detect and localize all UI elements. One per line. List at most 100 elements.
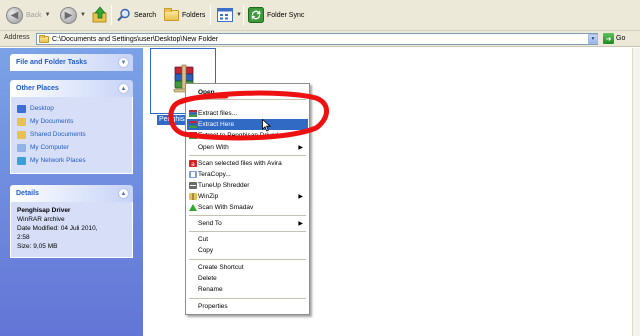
menu-item-label: Extract to Penghisap Driver\ [198,132,279,139]
sidebar-item-label: My Network Places [30,157,86,164]
winrar-icon [189,132,197,139]
menu-item-open[interactable]: Open [187,87,308,98]
panel-title: Details [16,190,39,197]
views-icon [217,8,233,22]
menu-item-cut[interactable]: Cut [187,234,308,245]
menu-item-label: Scan selected files with Avira [198,160,282,167]
back-button[interactable]: ◀ Back ▼ [6,4,51,26]
up-folder-button[interactable] [92,4,108,26]
toolbar-separator [243,5,244,25]
go-arrow-icon: ➜ [603,33,614,44]
folders-icon [164,7,179,21]
sidebar-item-label: Desktop [30,105,54,112]
folder-sync-button[interactable]: Folder Sync [248,4,304,26]
address-path: C:\Documents and Settings\user\Desktop\N… [52,35,219,43]
views-button[interactable]: ▼ [217,4,242,26]
address-bar: Address C:\Documents and Settings\user\D… [0,31,640,47]
submenu-arrow-icon: ▶ [298,221,303,227]
menu-item-label: Properties [198,303,228,310]
other-places-header[interactable]: Other Places ▲ [10,80,133,97]
sidebar-item-desktop[interactable]: Desktop [17,102,126,115]
details-panel: Details ▲ Penghisap Driver WinRAR archiv… [10,185,133,258]
go-label: Go [616,35,626,42]
details-header[interactable]: Details ▲ [10,185,133,202]
other-places-panel: Other Places ▲ Desktop My Documents Shar… [10,80,133,174]
other-places-body: Desktop My Documents Shared Documents My… [10,97,133,174]
mouse-cursor-icon [262,119,271,132]
network-places-icon [17,156,26,165]
address-dropdown-icon[interactable]: ▼ [588,34,598,44]
sidebar-item-label: My Documents [30,118,74,125]
menu-item-label: TuneUp Shredder [198,182,250,189]
menu-item-properties[interactable]: Properties [187,301,308,312]
menu-item-label: Rename [198,286,223,293]
menu-item-delete[interactable]: Delete [187,273,308,284]
up-folder-icon [92,6,107,23]
menu-item-create-shortcut[interactable]: Create Shortcut [187,262,308,273]
menu-separator [189,298,306,299]
menu-item-label: Send To [198,220,222,227]
submenu-arrow-icon: ▶ [298,145,303,151]
search-label: Search [134,11,157,19]
details-file-type: WinRAR archive [17,216,65,223]
menu-item-extract-to[interactable]: Extract to Penghisap Driver\ [187,130,308,141]
menu-item-extract-here[interactable]: Extract Here [187,119,308,130]
menu-separator [189,215,306,216]
menu-separator [189,99,306,100]
menu-separator [189,259,306,260]
svg-text:a: a [191,161,195,167]
winzip-icon [189,193,197,200]
search-button[interactable]: Search [117,4,156,26]
forward-dropdown-icon[interactable]: ▼ [80,12,86,18]
tuneup-icon [189,182,197,189]
toolbar-separator [210,5,211,25]
forward-button[interactable]: ▶ ▼ [60,4,86,26]
file-folder-tasks-panel: File and Folder Tasks ▼ [10,54,133,71]
sidebar-item-shared-documents[interactable]: Shared Documents [17,128,126,141]
details-file-name: Penghisap Driver [17,207,71,214]
menu-item-label: Scan With Smadav [198,204,254,211]
sidebar-item-label: My Computer [30,144,70,151]
back-arrow-icon: ◀ [6,6,23,24]
menu-item-copy[interactable]: Copy [187,245,308,256]
folder-sync-icon [248,7,264,23]
toolbar: ◀ Back ▼ ▶ ▼ Search Folders ▼ Folder Syn… [0,0,640,31]
folders-label: Folders [182,11,206,19]
menu-item-open-with[interactable]: Open With ▶ [187,142,308,153]
collapse-chevron-icon[interactable]: ▲ [118,188,129,199]
menu-item-rename[interactable]: Rename [187,284,308,295]
panel-title: File and Folder Tasks [16,59,88,66]
menu-item-winzip[interactable]: WinZip ▶ [187,191,308,202]
file-folder-tasks-header[interactable]: File and Folder Tasks ▼ [10,54,133,71]
back-label: Back [26,11,42,19]
menu-separator [189,155,306,156]
sidebar-item-network-places[interactable]: My Network Places [17,154,126,167]
menu-item-teracopy[interactable]: TeraCopy... [187,169,308,180]
go-button[interactable]: ➜ Go [603,33,625,44]
menu-item-extract-files[interactable]: Extract files... [187,108,308,119]
menu-item-label: TeraCopy... [198,171,231,178]
my-computer-icon [17,143,26,152]
menu-item-send-to[interactable]: Send To ▶ [187,218,308,229]
sidebar-item-my-computer[interactable]: My Computer [17,141,126,154]
menu-item-label: Delete [198,275,217,282]
back-dropdown-icon[interactable]: ▼ [45,12,51,18]
address-input[interactable]: C:\Documents and Settings\user\Desktop\N… [36,33,598,45]
menu-item-label: Cut [198,236,209,243]
menu-item-smadav-scan[interactable]: Scan With Smadav [187,202,308,213]
sidebar-item-my-documents[interactable]: My Documents [17,115,126,128]
vertical-scrollbar[interactable] [632,48,640,336]
menu-item-label: Open [198,89,215,96]
menu-item-tuneup-shredder[interactable]: TuneUp Shredder [187,180,308,191]
task-pane: File and Folder Tasks ▼ Other Places ▲ D… [0,48,143,336]
search-icon [117,8,130,22]
menu-separator [189,231,306,232]
folders-button[interactable]: Folders [164,4,205,26]
views-dropdown-icon[interactable]: ▼ [236,12,242,18]
menu-item-label: WinZip [198,193,219,200]
collapse-chevron-icon[interactable]: ▲ [118,83,129,94]
menu-item-label: Extract files... [198,110,238,117]
menu-item-avira-scan[interactable]: a Scan selected files with Avira [187,158,308,169]
collapse-chevron-icon[interactable]: ▼ [118,57,129,68]
smadav-icon [189,204,197,211]
